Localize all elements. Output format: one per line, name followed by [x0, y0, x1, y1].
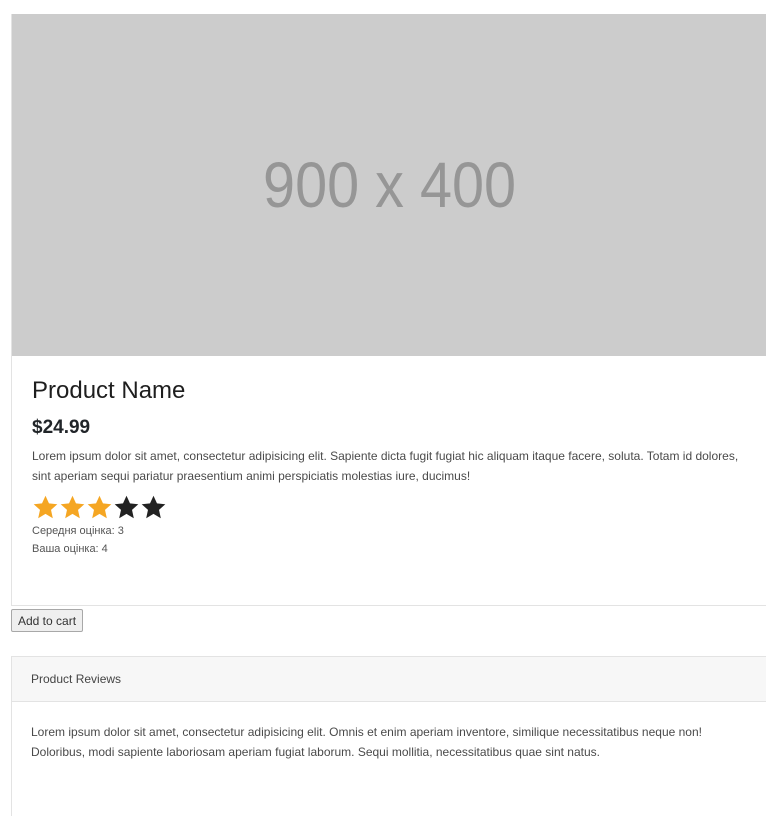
review-text: Lorem ipsum dolor sit amet, consectetur …	[31, 725, 702, 759]
reviews-header: Product Reviews	[12, 656, 766, 702]
star-filled-icon[interactable]	[59, 494, 86, 521]
star-rating[interactable]	[32, 494, 766, 522]
reviews-card: Product Reviews Lorem ipsum dolor sit am…	[11, 656, 766, 816]
product-card-body: Product Name $24.99 Lorem ipsum dolor si…	[32, 376, 766, 558]
product-card: 900 x 400 Product Name $24.99 Lorem ipsu…	[11, 14, 766, 606]
star-empty-icon[interactable]	[113, 494, 140, 521]
image-size-label: 900 x 400	[262, 149, 517, 221]
product-name: Product Name	[32, 377, 186, 404]
product-image-placeholder: 900 x 400	[12, 14, 766, 356]
product-price: $24.99	[32, 417, 91, 438]
user-rating: Ваша оцінка: 4	[32, 543, 108, 555]
star-filled-icon[interactable]	[86, 494, 113, 521]
star-empty-icon[interactable]	[140, 494, 167, 521]
star-filled-icon[interactable]	[32, 494, 59, 521]
add-to-cart-button[interactable]: Add to cart	[11, 609, 84, 632]
product-description: Lorem ipsum dolor sit amet, consectetur …	[32, 449, 739, 483]
average-rating: Середня оцінка: 3	[32, 525, 124, 537]
